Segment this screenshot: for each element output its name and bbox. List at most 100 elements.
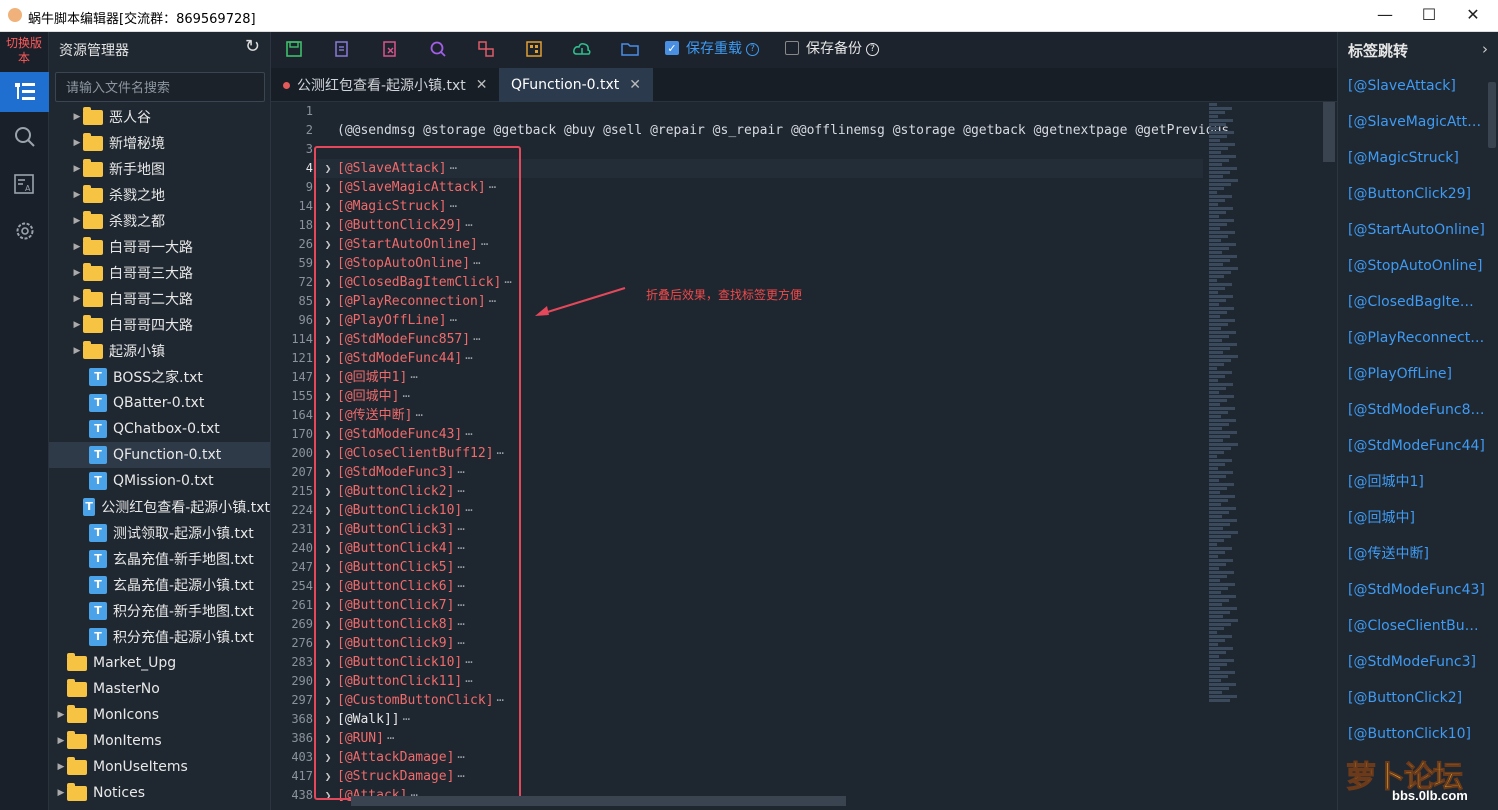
tree-item[interactable]: ▶ 白哥哥三大路 (49, 260, 270, 286)
bookmark-link[interactable]: [@StopAutoOnline] (1338, 248, 1486, 284)
qrcode-icon (526, 41, 542, 57)
toolbar: ✓ 保存重载? 保存备份? (271, 32, 1337, 68)
edit-button[interactable] (331, 38, 353, 60)
horizontal-scrollbar[interactable] (351, 796, 846, 806)
code-line[interactable] (321, 102, 1201, 121)
help-icon[interactable]: ? (746, 42, 759, 56)
format-activity[interactable]: A (0, 164, 49, 204)
close-icon[interactable]: ✕ (629, 77, 641, 93)
minimap-line (1209, 347, 1230, 350)
bookmark-link[interactable]: [@StdModeFunc43] (1338, 572, 1486, 608)
tree-item[interactable]: T 积分充值-起源小镇.txt (49, 624, 270, 650)
tree-item-label: 玄晶充值-新手地图.txt (113, 552, 254, 568)
minimap-line (1209, 395, 1234, 398)
tree-item[interactable]: ▶ 新手地图 (49, 156, 270, 182)
search-activity[interactable] (0, 117, 49, 157)
open-folder-button[interactable] (619, 38, 641, 60)
refresh-icon[interactable]: ↻ (245, 36, 260, 57)
minimap-line (1209, 415, 1221, 418)
tab-hongbao[interactable]: 公测红包查看-起源小镇.txt ✕ (271, 68, 500, 102)
bookmark-link[interactable]: [@PlayReconnection] (1338, 320, 1486, 356)
tree-item[interactable]: ▶ MonIcons (49, 702, 270, 728)
bookmark-link[interactable]: [@SlaveMagicAttack] (1338, 104, 1486, 140)
bookmark-link[interactable]: [@回城中] (1338, 500, 1486, 536)
minimap-line (1209, 375, 1225, 378)
settings-activity[interactable] (0, 211, 49, 251)
backup-checkbox[interactable] (785, 41, 799, 55)
minimap-line (1209, 103, 1217, 106)
tree-item[interactable]: T 测试领取-起源小镇.txt (49, 520, 270, 546)
tree-item[interactable]: ▶ 白哥哥一大路 (49, 234, 270, 260)
tree-item[interactable]: T BOSS之家.txt (49, 364, 270, 390)
bookmark-link[interactable]: [@ClosedBagItemClick] (1338, 284, 1486, 320)
tree-item[interactable]: T QFunction-0.txt (49, 442, 270, 468)
code-text: (@@sendmsg @storage @getback @buy @sell … (337, 123, 1230, 138)
close-file-button[interactable] (379, 38, 401, 60)
tree-item[interactable]: ▶ Notices (49, 780, 270, 806)
file-search-input[interactable] (55, 72, 265, 102)
tree-item[interactable]: T 玄晶充值-新手地图.txt (49, 546, 270, 572)
qrcode-button[interactable] (523, 38, 545, 60)
folder-icon (83, 314, 103, 333)
replace-button[interactable] (475, 38, 497, 60)
tree-item-label: 白哥哥四大路 (109, 318, 193, 334)
tree-item[interactable]: ▶ 恶人谷 (49, 104, 270, 130)
tree-item[interactable]: T QMission-0.txt (49, 468, 270, 494)
reload-checkbox[interactable]: ✓ (665, 41, 679, 55)
bookmark-link[interactable]: [@StdModeFunc857] (1338, 392, 1486, 428)
backup-option[interactable]: 保存备份? (806, 38, 879, 58)
bookmark-link[interactable]: [@传送中断] (1338, 536, 1486, 572)
chevron-right-icon[interactable]: › (1482, 40, 1488, 58)
tree-item[interactable]: Market_Upg (49, 650, 270, 676)
bookmark-scrollbar[interactable] (1488, 82, 1496, 148)
tab-qfunction[interactable]: QFunction-0.txt ✕ (499, 68, 653, 102)
bookmark-link[interactable]: [@ButtonClick2] (1338, 680, 1486, 716)
maximize-button[interactable]: ☐ (1406, 0, 1452, 32)
minimap[interactable] (1209, 102, 1329, 810)
reload-option[interactable]: 保存重载? (686, 38, 759, 58)
tree-item[interactable]: ▶ 白哥哥二大路 (49, 286, 270, 312)
minimap-line (1209, 307, 1234, 310)
tree-item[interactable]: ▶ MonItems (49, 728, 270, 754)
find-button[interactable] (427, 38, 449, 60)
code-editor[interactable]: 1 2 3 4 9 14 18 26 59 72 85 96 114 121 147 155 164 170 200… (271, 102, 1337, 810)
tree-item[interactable]: ▶ 白哥哥四大路 (49, 312, 270, 338)
tree-item[interactable]: T QBatter-0.txt (49, 390, 270, 416)
minimap-line (1209, 323, 1228, 326)
close-button[interactable]: ✕ (1450, 0, 1496, 32)
minimap-line (1209, 543, 1217, 546)
code-line[interactable]: (@@sendmsg @storage @getback @buy @sell … (321, 121, 1229, 140)
line-number: 276 (291, 636, 313, 650)
bookmark-link[interactable]: [@ButtonClick10] (1338, 716, 1486, 752)
bookmark-link[interactable]: [@MagicStruck] (1338, 140, 1486, 176)
bookmark-link[interactable]: [@StartAutoOnline] (1338, 212, 1486, 248)
bookmark-link[interactable]: [@PlayOffLine] (1338, 356, 1486, 392)
bookmark-link[interactable]: [@CloseClientBuff12] (1338, 608, 1486, 644)
upload-button[interactable] (571, 38, 593, 60)
tree-item[interactable]: ▶ 新增秘境 (49, 130, 270, 156)
tree-item[interactable]: T 玄晶充值-起源小镇.txt (49, 572, 270, 598)
switch-version-button[interactable]: 切换版本 (4, 36, 44, 66)
tree-item[interactable]: T QChatbox-0.txt (49, 416, 270, 442)
minimize-button[interactable]: — (1362, 0, 1408, 32)
minimap-line (1209, 151, 1221, 154)
bookmark-link[interactable]: [@SlaveAttack] (1338, 68, 1486, 104)
tree-item[interactable]: ▶ 起源小镇 (49, 338, 270, 364)
tree-item[interactable]: T 公测红包查看-起源小镇.txt (49, 494, 270, 520)
bookmark-link[interactable]: [@回城中1] (1338, 464, 1486, 500)
bookmark-link[interactable]: [@StdModeFunc3] (1338, 644, 1486, 680)
vertical-scrollbar[interactable] (1323, 102, 1335, 162)
tree-item[interactable]: T 积分充值-新手地图.txt (49, 598, 270, 624)
tree-item[interactable]: ▶ 杀戮之都 (49, 208, 270, 234)
bookmark-link[interactable]: [@StdModeFunc44] (1338, 428, 1486, 464)
minimap-line (1209, 459, 1232, 462)
tree-item[interactable]: ▶ MonUseItems (49, 754, 270, 780)
close-icon[interactable]: ✕ (476, 77, 488, 93)
save-button[interactable] (283, 38, 305, 60)
minimap-line (1209, 483, 1234, 486)
help-icon[interactable]: ? (866, 42, 879, 56)
explorer-activity[interactable] (0, 72, 49, 112)
tree-item[interactable]: MasterNo (49, 676, 270, 702)
tree-item[interactable]: ▶ 杀戮之地 (49, 182, 270, 208)
bookmark-link[interactable]: [@ButtonClick29] (1338, 176, 1486, 212)
